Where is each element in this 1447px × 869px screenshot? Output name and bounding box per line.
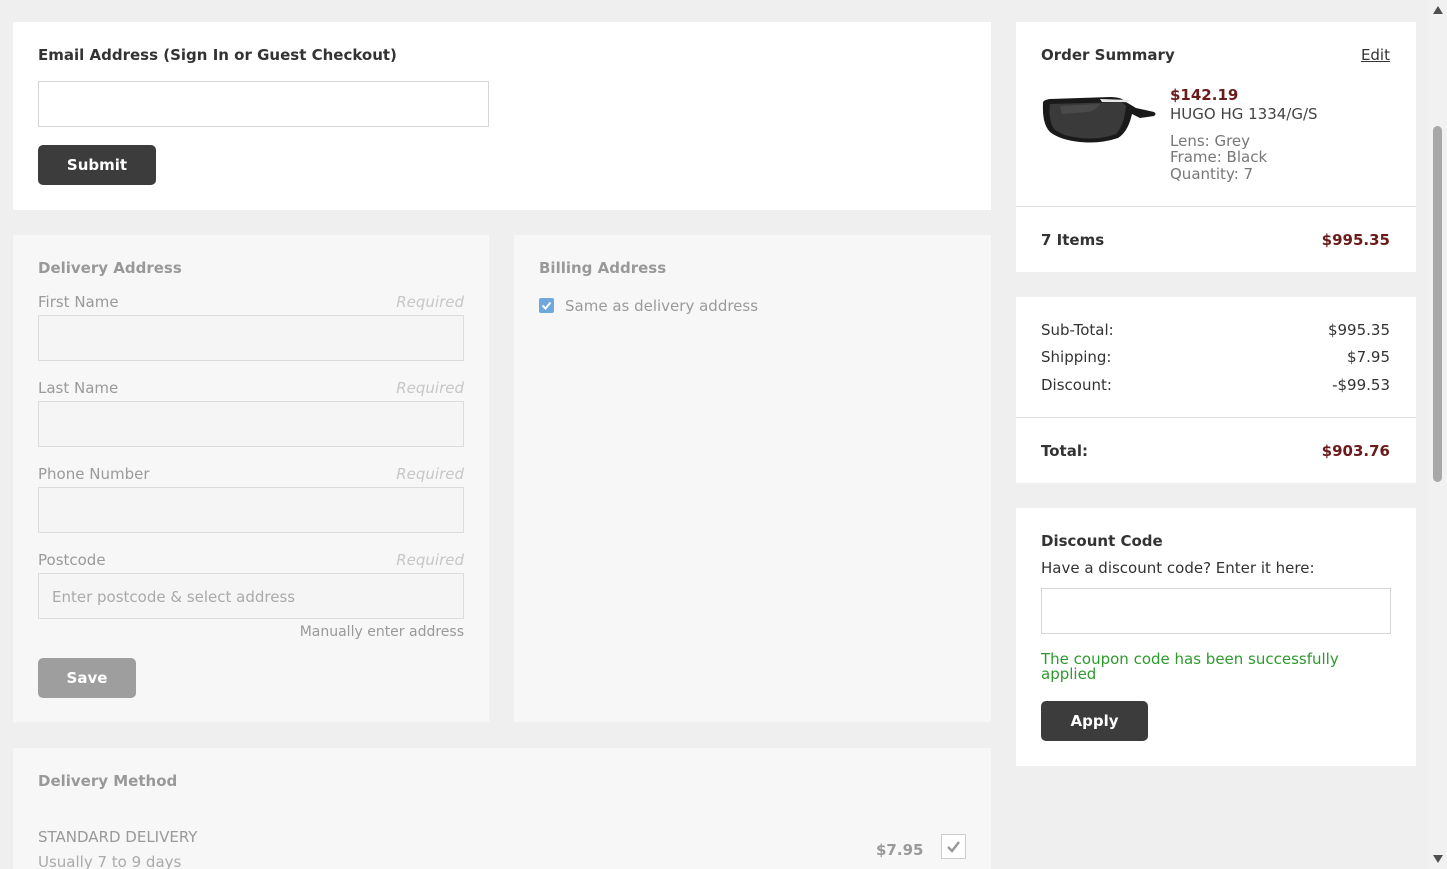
shipping-value: $7.95 (1347, 348, 1390, 366)
discount-code-heading: Discount Code (1041, 532, 1163, 550)
scroll-down-icon[interactable] (1433, 855, 1443, 863)
delivery-address-panel: Delivery Address First Name Required Las… (13, 235, 489, 722)
email-heading: Email Address (Sign In or Guest Checkout… (38, 46, 397, 64)
save-button[interactable]: Save (38, 658, 136, 698)
apply-button[interactable]: Apply (1041, 701, 1148, 741)
email-subheading: (Sign In or Guest Checkout) (163, 46, 397, 64)
item-quantity: Quantity: 7 (1170, 165, 1254, 183)
postcode-field[interactable]: Enter postcode & select address (38, 573, 464, 619)
first-name-required: Required (396, 293, 464, 311)
delivery-method-heading: Delivery Method (38, 772, 178, 790)
last-name-label: Last Name (38, 379, 119, 397)
billing-address-panel: Billing Address Same as delivery address (514, 235, 991, 722)
delivery-method-panel: Delivery Method STANDARD DELIVERY Usuall… (13, 748, 991, 869)
delivery-option-price: $7.95 (876, 841, 924, 859)
checkmark-icon (541, 301, 552, 310)
shipping-label: Shipping: (1041, 348, 1112, 366)
same-as-delivery-checkbox[interactable] (539, 298, 554, 313)
email-input[interactable] (38, 81, 489, 127)
item-price: $142.19 (1170, 86, 1239, 104)
billing-address-heading: Billing Address (539, 259, 667, 277)
subtotal-value: $995.35 (1327, 321, 1390, 339)
delivery-option-name: STANDARD DELIVERY (38, 828, 198, 846)
items-total: $995.35 (1321, 231, 1390, 249)
item-name: HUGO HG 1334/G/S (1170, 105, 1318, 123)
delivery-option-desc: Usually 7 to 9 days (38, 853, 182, 869)
phone-field[interactable] (38, 487, 464, 533)
edit-link[interactable]: Edit (1361, 46, 1390, 64)
last-name-field[interactable] (38, 401, 464, 447)
summary-divider (1016, 206, 1416, 207)
totals-panel: Sub-Total: $995.35 Shipping: $7.95 Disco… (1016, 297, 1416, 483)
discount-code-panel: Discount Code Have a discount code? Ente… (1016, 508, 1416, 766)
same-as-delivery-label: Same as delivery address (565, 297, 759, 315)
checkmark-icon (947, 841, 960, 853)
discount-code-prompt: Have a discount code? Enter it here: (1041, 559, 1315, 577)
discount-code-input[interactable] (1041, 588, 1391, 634)
email-panel: Email Address (Sign In or Guest Checkout… (13, 22, 991, 210)
product-image (1042, 97, 1156, 143)
items-count: 7 Items (1041, 231, 1105, 249)
total-label: Total: (1041, 442, 1088, 460)
postcode-placeholder: Enter postcode & select address (52, 588, 296, 606)
delivery-address-heading: Delivery Address (38, 259, 182, 277)
phone-required: Required (396, 465, 464, 483)
page-scrollbar[interactable] (1428, 0, 1447, 869)
postcode-label: Postcode (38, 551, 106, 569)
discount-label: Discount: (1041, 376, 1112, 394)
subtotal-label: Sub-Total: (1041, 321, 1114, 339)
item-frame: Frame: Black (1170, 148, 1268, 166)
last-name-required: Required (396, 379, 464, 397)
order-summary-heading: Order Summary (1041, 46, 1175, 64)
coupon-success-message: The coupon code has been successfully ap… (1041, 650, 1339, 683)
scroll-up-icon[interactable] (1433, 6, 1443, 14)
postcode-required: Required (396, 551, 464, 569)
totals-divider (1016, 417, 1416, 418)
first-name-label: First Name (38, 293, 119, 311)
scrollbar-thumb[interactable] (1433, 126, 1442, 482)
manual-address-link[interactable]: Manually enter address (300, 624, 464, 640)
order-summary-panel: Order Summary Edit $142.19 HUGO HG 1334/… (1016, 22, 1416, 272)
discount-value: -$99.53 (1332, 376, 1390, 394)
first-name-field[interactable] (38, 315, 464, 361)
phone-label: Phone Number (38, 465, 150, 483)
total-value: $903.76 (1321, 442, 1390, 460)
submit-button[interactable]: Submit (38, 145, 156, 185)
delivery-option-checkbox[interactable] (941, 834, 966, 859)
